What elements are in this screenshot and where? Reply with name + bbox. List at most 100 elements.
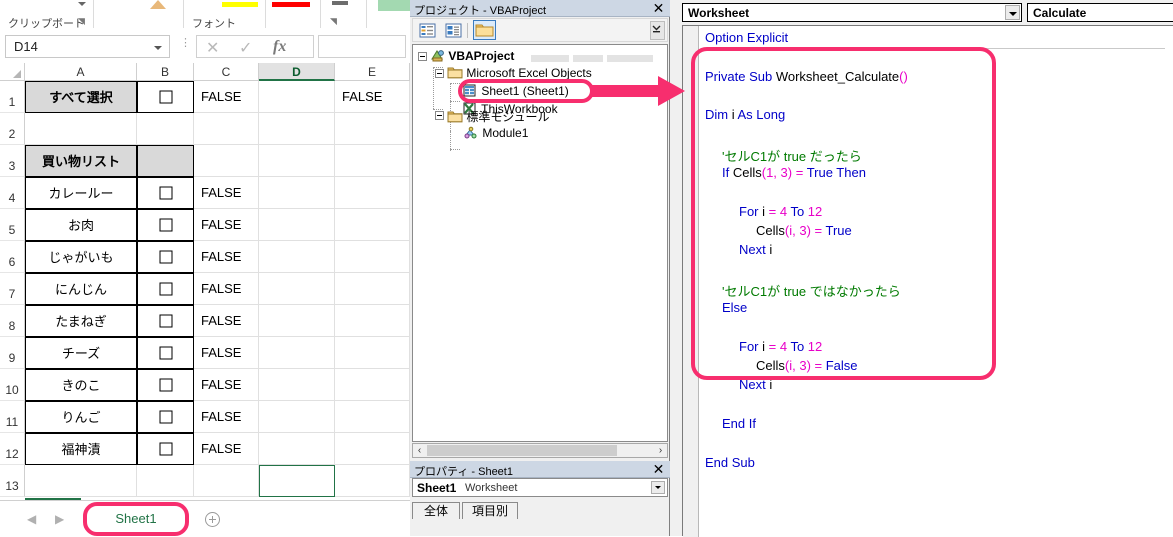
scroll-left-icon[interactable]: ‹ bbox=[413, 444, 426, 457]
row-header-4[interactable]: 4 bbox=[0, 177, 25, 209]
row-header-13[interactable]: 13 bbox=[0, 465, 25, 497]
cell-B13[interactable] bbox=[137, 465, 194, 497]
cell-C8[interactable]: FALSE bbox=[194, 305, 259, 337]
row-header-1[interactable]: 1 bbox=[0, 81, 25, 113]
cell-C11[interactable]: FALSE bbox=[194, 401, 259, 433]
tree-node-excel-objects[interactable]: Microsoft Excel Objects bbox=[447, 66, 592, 82]
cell-A7[interactable]: にんじん bbox=[25, 273, 137, 305]
cell-C6[interactable]: FALSE bbox=[194, 241, 259, 273]
row-header-6[interactable]: 6 bbox=[0, 241, 25, 273]
cell-D12[interactable] bbox=[259, 433, 335, 465]
row-header-12[interactable]: 12 bbox=[0, 433, 25, 465]
enter-icon[interactable]: ✓ bbox=[239, 38, 252, 58]
cell-D4[interactable] bbox=[259, 177, 335, 209]
column-header-E[interactable]: E bbox=[335, 63, 410, 81]
cell-A12[interactable]: 福神漬 bbox=[25, 433, 137, 465]
font-color-swatch[interactable] bbox=[272, 2, 310, 7]
properties-tab-categorized[interactable]: 項目別 bbox=[462, 502, 518, 519]
project-tree-hscrollbar[interactable]: ‹ › bbox=[412, 443, 668, 458]
cell-D10[interactable] bbox=[259, 369, 335, 401]
cell-C7[interactable]: FALSE bbox=[194, 273, 259, 305]
cell-E7[interactable] bbox=[335, 273, 410, 305]
cell-A10[interactable]: きのこ bbox=[25, 369, 137, 401]
cell-A3[interactable]: 買い物リスト bbox=[25, 145, 137, 177]
cell-D11[interactable] bbox=[259, 401, 335, 433]
cell-A9[interactable]: チーズ bbox=[25, 337, 137, 369]
cell-E12[interactable] bbox=[335, 433, 410, 465]
row-header-8[interactable]: 8 bbox=[0, 305, 25, 337]
column-header-B[interactable]: B bbox=[137, 63, 194, 81]
row-header-7[interactable]: 7 bbox=[0, 273, 25, 305]
cell-E1[interactable]: FALSE bbox=[335, 81, 410, 113]
row-header-11[interactable]: 11 bbox=[0, 401, 25, 433]
tree-node-sheet1[interactable]: Sheet1 (Sheet1) bbox=[463, 84, 569, 100]
cell-D7[interactable] bbox=[259, 273, 335, 305]
checkbox-B9[interactable] bbox=[159, 346, 172, 360]
code-procedure-dropdown[interactable]: Calculate bbox=[1027, 3, 1173, 22]
formula-input[interactable] bbox=[318, 35, 406, 58]
name-box[interactable]: D14 bbox=[5, 35, 170, 58]
cell-C5[interactable]: FALSE bbox=[194, 209, 259, 241]
toggle-folders-icon[interactable] bbox=[473, 20, 496, 40]
cell-A8[interactable]: たまねぎ bbox=[25, 305, 137, 337]
cell-B4[interactable] bbox=[137, 177, 194, 209]
properties-pane-close-icon[interactable]: ✕ bbox=[651, 462, 666, 477]
cell-C9[interactable]: FALSE bbox=[194, 337, 259, 369]
cell-C10[interactable]: FALSE bbox=[194, 369, 259, 401]
checkbox-B10[interactable] bbox=[159, 378, 172, 392]
column-header-A[interactable]: A bbox=[25, 63, 137, 81]
code-editor[interactable]: Option Explicit Private Sub Worksheet_Ca… bbox=[682, 25, 1173, 537]
cell-E10[interactable] bbox=[335, 369, 410, 401]
cell-B8[interactable] bbox=[137, 305, 194, 337]
code-object-chevron-down-icon[interactable] bbox=[1005, 5, 1020, 20]
cell-A11[interactable]: りんご bbox=[25, 401, 137, 433]
cell-C4[interactable]: FALSE bbox=[194, 177, 259, 209]
cell-C3[interactable] bbox=[194, 145, 259, 177]
cell-E9[interactable] bbox=[335, 337, 410, 369]
cell-E6[interactable] bbox=[335, 241, 410, 273]
cell-A6[interactable]: じゃがいも bbox=[25, 241, 137, 273]
row-header-2[interactable]: 2 bbox=[0, 113, 25, 145]
next-sheet-icon[interactable]: ▶ bbox=[55, 512, 64, 526]
checkbox-B4[interactable] bbox=[159, 186, 172, 200]
tree-expander-standard-modules[interactable] bbox=[435, 111, 444, 120]
cell-C2[interactable] bbox=[194, 113, 259, 145]
row-header-9[interactable]: 9 bbox=[0, 337, 25, 369]
cell-E2[interactable] bbox=[335, 113, 410, 145]
cell-E8[interactable] bbox=[335, 305, 410, 337]
cell-B6[interactable] bbox=[137, 241, 194, 273]
checkbox-B8[interactable] bbox=[159, 314, 172, 328]
code-object-dropdown[interactable]: Worksheet bbox=[682, 3, 1022, 22]
cell-B11[interactable] bbox=[137, 401, 194, 433]
cell-D1[interactable] bbox=[259, 81, 335, 113]
cell-D2[interactable] bbox=[259, 113, 335, 145]
cell-E11[interactable] bbox=[335, 401, 410, 433]
checkbox-B11[interactable] bbox=[159, 410, 172, 424]
cell-B12[interactable] bbox=[137, 433, 194, 465]
cell-E3[interactable] bbox=[335, 145, 410, 177]
tree-node-module1[interactable]: Module1 bbox=[463, 126, 528, 142]
cell-B1[interactable] bbox=[137, 81, 194, 113]
properties-tab-all[interactable]: 全体 bbox=[412, 502, 460, 519]
cell-A13[interactable] bbox=[25, 465, 137, 497]
checkbox-B6[interactable] bbox=[159, 250, 172, 264]
select-all-corner[interactable] bbox=[0, 63, 25, 81]
cell-B2[interactable] bbox=[137, 113, 194, 145]
cell-C1[interactable]: FALSE bbox=[194, 81, 259, 113]
clipboard-dialog-launcher-icon[interactable]: ◥ bbox=[78, 17, 87, 26]
insert-function-icon[interactable]: fx bbox=[273, 38, 286, 56]
cell-A4[interactable]: カレールー bbox=[25, 177, 137, 209]
cell-D6[interactable] bbox=[259, 241, 335, 273]
view-code-icon[interactable] bbox=[418, 22, 437, 39]
prev-sheet-icon[interactable]: ◀ bbox=[27, 512, 36, 526]
toolbar-overflow-icon[interactable] bbox=[650, 21, 665, 40]
cell-D13[interactable] bbox=[259, 465, 335, 497]
clipboard-dropdown-icon[interactable] bbox=[78, 2, 86, 6]
cell-C12[interactable]: FALSE bbox=[194, 433, 259, 465]
cell-D8[interactable] bbox=[259, 305, 335, 337]
cell-E4[interactable] bbox=[335, 177, 410, 209]
cell-B3[interactable] bbox=[137, 145, 194, 177]
view-object-icon[interactable] bbox=[444, 22, 463, 39]
column-header-C[interactable]: C bbox=[194, 63, 259, 81]
project-pane-close-icon[interactable]: ✕ bbox=[651, 1, 666, 16]
